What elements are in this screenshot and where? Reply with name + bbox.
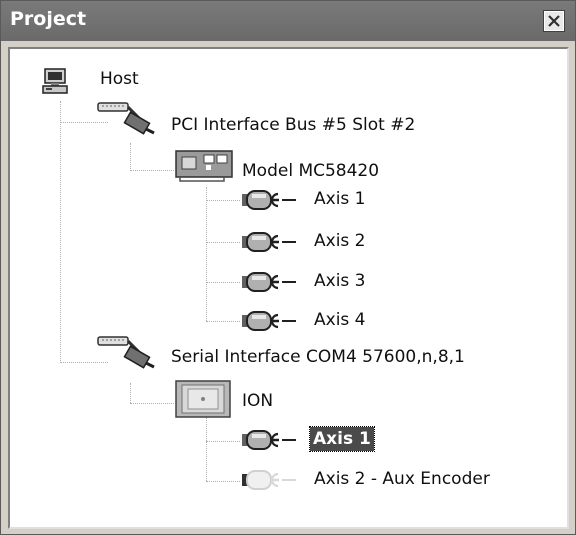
axis-motor-disabled-icon (242, 470, 296, 490)
computer-icon (42, 68, 68, 94)
axis-motor-icon (242, 190, 296, 210)
project-panel: Project Host PCI Interface Bus #5 Slot #… (0, 0, 576, 535)
panel-title: Project (10, 8, 87, 30)
panel-titlebar: Project (1, 1, 575, 41)
axis-motor-icon (242, 232, 296, 252)
tree-label-ion-axis-2: Axis 2 - Aux Encoder (314, 469, 490, 489)
axis-motor-icon (242, 272, 296, 292)
tree-label-pci-bus: PCI Interface Bus #5 Slot #2 (171, 115, 416, 135)
tree-label-serial-interface: Serial Interface COM4 57600,n,8,1 (171, 347, 465, 367)
tree-node-ion-axis-1[interactable]: Axis 1 (238, 426, 398, 463)
tree-label-pci-axis-4: Axis 4 (314, 310, 366, 330)
axis-motor-icon (242, 311, 296, 331)
tree-label-host: Host (100, 69, 139, 89)
tree-label-mc58420: Model MC58420 (242, 161, 380, 181)
project-tree[interactable]: Host PCI Interface Bus #5 Slot #2 Model … (8, 47, 569, 529)
axis-motor-icon (242, 430, 296, 450)
close-icon (548, 15, 560, 27)
tree-node-pci-axis-1[interactable]: Axis 1 (238, 187, 378, 223)
pci-card-icon (175, 150, 233, 182)
tree-node-mc58420[interactable]: Model MC58420 (174, 147, 394, 183)
tree-label-pci-axis-1: Axis 1 (314, 189, 366, 209)
interface-cable-icon (97, 336, 155, 369)
tree-label-ion: ION (242, 391, 274, 411)
ion-module-icon (175, 380, 231, 418)
tree-node-pci-bus[interactable]: PCI Interface Bus #5 Slot #2 (96, 101, 496, 137)
tree-label-ion-axis-1: Axis 1 (309, 426, 375, 452)
tree-node-pci-axis-2[interactable]: Axis 2 (238, 229, 378, 265)
tree-node-host[interactable]: Host (42, 65, 162, 101)
interface-cable-icon (97, 102, 155, 135)
close-button[interactable] (543, 10, 565, 32)
tree-node-serial-interface[interactable]: Serial Interface COM4 57600,n,8,1 (96, 335, 546, 371)
tree-label-pci-axis-3: Axis 3 (314, 271, 366, 291)
tree-node-ion[interactable]: ION (174, 379, 314, 418)
tree-node-pci-axis-3[interactable]: Axis 3 (238, 269, 378, 305)
tree-label-pci-axis-2: Axis 2 (314, 231, 366, 251)
tree-node-ion-axis-2[interactable]: Axis 2 - Aux Encoder (238, 467, 538, 503)
